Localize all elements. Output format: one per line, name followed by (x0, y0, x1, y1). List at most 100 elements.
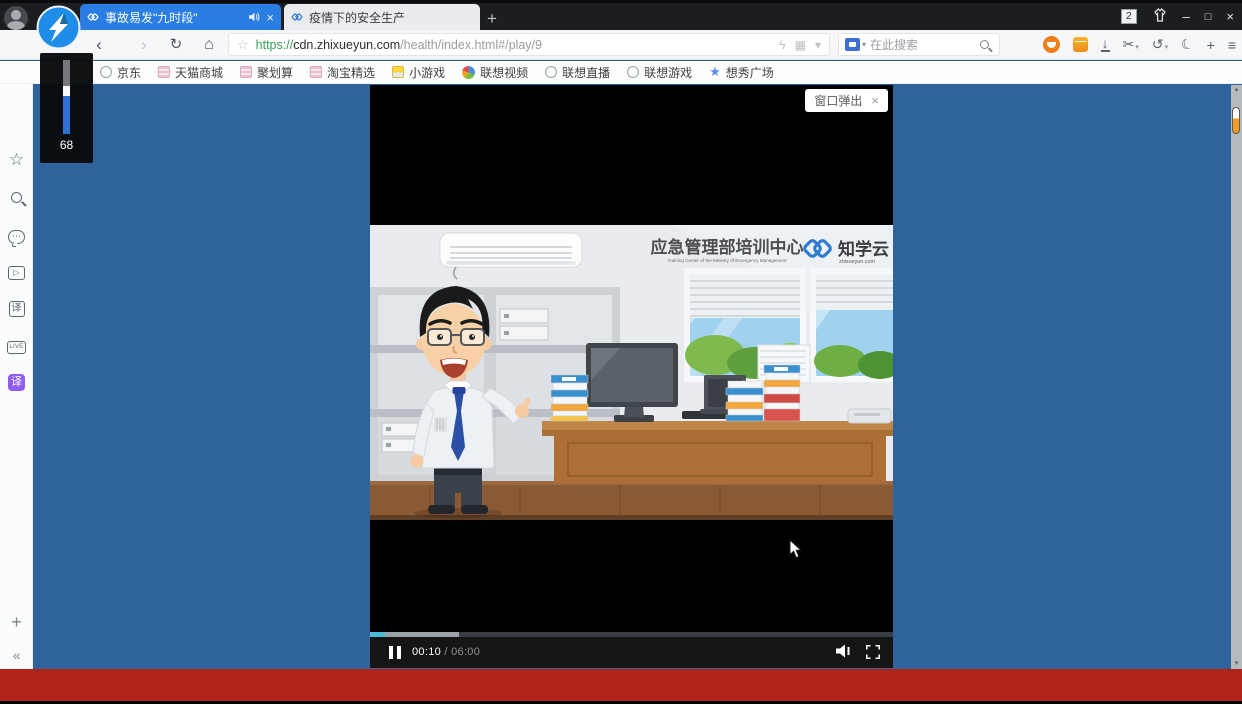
navigation-toolbar: ‹ › ↻ ⌂ ☆ https://cdn.zhixueyun.com/heal… (0, 30, 1242, 60)
shopping-icon[interactable] (1073, 37, 1088, 52)
page-scrollbar[interactable]: ▴ ▾ (1231, 85, 1242, 669)
caret-down-icon: ▾ (1165, 43, 1169, 53)
search-engine-icon[interactable] (845, 38, 860, 51)
forward-button[interactable]: › (133, 30, 155, 59)
minimize-button[interactable]: – (1183, 9, 1190, 24)
bookmark-lenovo-video[interactable]: 联想视频 (462, 64, 528, 81)
bookmark-label: 联想直播 (562, 64, 610, 81)
footer-red-bar (0, 669, 1242, 701)
bookmark-star-icon[interactable]: ☆ (237, 37, 249, 53)
bookmark-lenovo-games[interactable]: 联想游戏 (627, 64, 692, 81)
current-time: 00:10 (412, 646, 441, 658)
sidebar-add-button[interactable]: + (0, 612, 33, 633)
skin-icon[interactable] (1152, 8, 1168, 25)
bookmark-label: 小游戏 (409, 64, 445, 81)
fullscreen-button[interactable] (866, 645, 880, 664)
restore-count-badge[interactable]: 2 (1121, 9, 1137, 24)
undo-icon: ↺ (1152, 36, 1164, 53)
bookmark-label: 聚划算 (257, 64, 293, 81)
video-panel-icon[interactable]: ▷ (0, 262, 33, 280)
popup-close-icon[interactable]: × (871, 93, 879, 108)
addressbar-tools: ϟ ▦ ▾ (779, 38, 829, 52)
mouse-cursor (789, 539, 803, 559)
search-sidebar-icon[interactable] (0, 190, 33, 208)
history-undo-tool[interactable]: ↺▾ (1152, 36, 1168, 53)
volume-osd: 68 (40, 53, 93, 163)
search-box[interactable]: ▾ 在此搜索 (838, 33, 1000, 56)
new-tab-button[interactable]: + (487, 9, 497, 29)
home-button[interactable]: ⌂ (198, 30, 220, 59)
bookmark-juhuasuan[interactable]: 聚划算 (240, 64, 293, 81)
bookmark-tmall[interactable]: 天猫商城 (158, 64, 223, 81)
scrollbar-thumb[interactable] (1232, 107, 1240, 134)
brand-domain: zhixueyun.com (839, 259, 875, 265)
volume-slider-fill (63, 96, 70, 134)
tab-safety-production[interactable]: 疫情下的安全生产 (284, 4, 480, 30)
play-box-icon: ▷ (8, 266, 25, 280)
sidebar-collapse-button[interactable]: « (0, 647, 33, 663)
video-circle-icon (462, 66, 475, 79)
bookmark-label: 京东 (117, 64, 141, 81)
bookmark-minigame[interactable]: 小游戏 (392, 64, 445, 81)
close-window-button[interactable]: × (1226, 9, 1234, 24)
bookmark-label: 联想视频 (480, 64, 528, 81)
minigame-icon (392, 66, 404, 78)
favorites-star-icon[interactable]: ☆ (0, 150, 33, 170)
bookmark-lenovo-live[interactable]: 联想直播 (545, 64, 610, 81)
volume-slider-thumb[interactable] (63, 86, 70, 96)
refresh-button[interactable]: ↻ (165, 30, 187, 59)
tab-close-icon[interactable]: × (266, 10, 274, 25)
flash-icon[interactable]: ϟ (779, 38, 785, 52)
translate-active-icon[interactable]: 译 (0, 372, 33, 391)
night-mode-icon[interactable]: ☾ (1179, 34, 1196, 54)
tmall-icon (158, 66, 170, 78)
browser-logo[interactable] (36, 5, 81, 50)
pause-button[interactable] (389, 646, 401, 659)
popup-window-button[interactable]: 窗口弹出 × (805, 89, 888, 112)
translate-colored-glyph: 译 (8, 374, 25, 391)
search-icon[interactable] (980, 40, 989, 49)
search-engine-dropdown-icon[interactable]: ▾ (862, 40, 866, 49)
screenshot-tool[interactable]: ✂▾ (1123, 36, 1139, 53)
office-window-right (810, 268, 893, 382)
scissors-icon: ✂ (1123, 36, 1135, 53)
live-icon[interactable]: LIVE (0, 335, 33, 354)
magnifier-icon (11, 192, 22, 203)
volume-button[interactable] (836, 644, 853, 663)
user-avatar[interactable] (4, 6, 28, 30)
menu-icon[interactable]: ≡ (1228, 37, 1236, 53)
video-player[interactable]: 窗口弹出 × (370, 85, 893, 668)
bookmark-taobao[interactable]: 淘宝精选 (310, 64, 375, 81)
bookmark-label: 联想游戏 (644, 64, 692, 81)
volume-slider[interactable] (63, 60, 70, 134)
zhixueyun-favicon (291, 11, 303, 23)
bookmark-jd[interactable]: 京东 (100, 64, 141, 81)
bookmark-xiangxiu[interactable]: ★想秀广场 (709, 64, 774, 81)
url-host: cdn.zhixueyun.com (293, 38, 400, 52)
scroll-up-icon[interactable]: ▴ (1231, 85, 1242, 95)
zhixueyun-favicon (87, 11, 99, 23)
url-scheme: https:// (256, 38, 294, 52)
translate-icon[interactable]: 译 (0, 298, 33, 317)
chat-bubble-icon: ⋯ (8, 230, 25, 244)
tab-accident-periods[interactable]: 事故易发"九时段" × (80, 4, 281, 30)
volume-slider-handle[interactable] (63, 60, 70, 86)
download-icon[interactable]: ↓ (1101, 37, 1110, 52)
maximize-button[interactable]: □ (1205, 11, 1212, 23)
star-icon: ★ (709, 66, 721, 78)
add-tool-icon[interactable]: + (1207, 37, 1215, 53)
org-title-en: Training Center of the Ministry of Emerg… (667, 258, 787, 263)
addressbar-dropdown-icon[interactable]: ▾ (815, 38, 821, 52)
chat-icon[interactable]: ⋯ (0, 226, 33, 244)
game-center-icon[interactable] (1043, 36, 1060, 53)
search-input[interactable]: 在此搜索 (870, 36, 980, 53)
side-toolbar: ☆ ⋯ ▷ 译 LIVE 译 + « (0, 84, 33, 669)
tab-title: 事故易发"九时段" (105, 9, 243, 26)
address-bar[interactable]: ☆ https://cdn.zhixueyun.com/health/index… (228, 33, 830, 56)
time-separator: / (444, 646, 447, 658)
bookmarks-bar: 京东 天猫商城 聚划算 淘宝精选 小游戏 联想视频 联想直播 联想游戏 ★想秀广… (0, 61, 1242, 84)
scroll-down-icon[interactable]: ▾ (1231, 659, 1242, 669)
tab-audio-icon[interactable] (249, 12, 260, 22)
url-path: /health/index.html#/play/9 (400, 38, 542, 52)
qr-code-icon[interactable]: ▦ (795, 38, 806, 52)
